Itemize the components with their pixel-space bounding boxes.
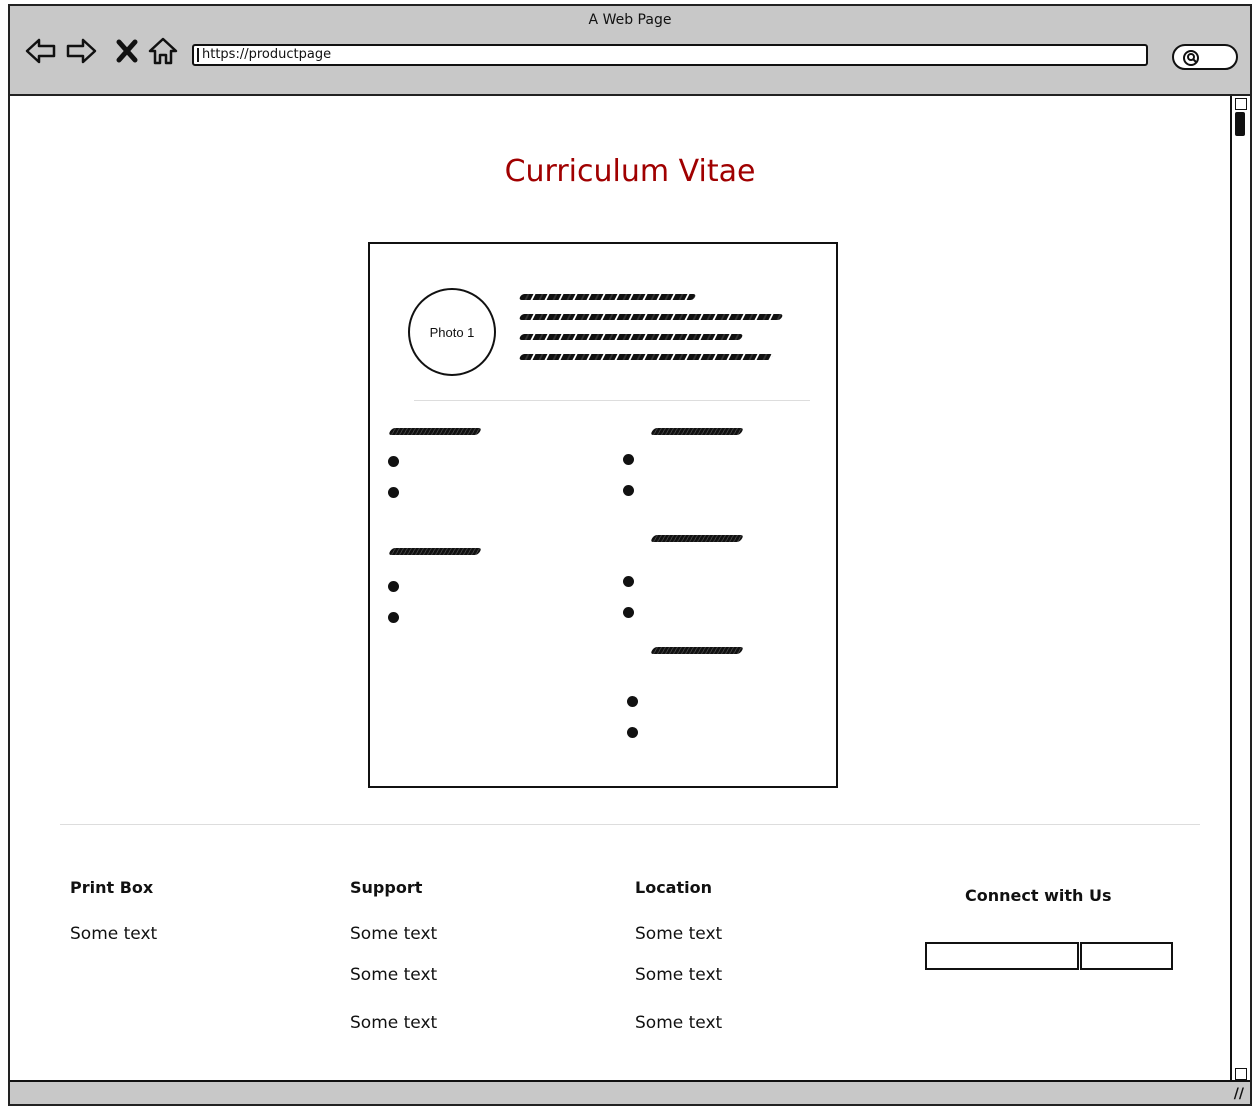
cv-section-heading [649,428,745,435]
bullet-point [388,612,399,623]
bullet-point [388,456,399,467]
footer-heading-connect: Connect with Us [965,886,1112,905]
scroll-thumb[interactable] [1235,112,1245,136]
cv-section-heading [387,428,483,435]
footer-divider [60,824,1200,825]
browser-window: A Web Page https://productpage Curriculu… [8,4,1252,1106]
page-title: Curriculum Vitae [504,154,756,189]
bullet-point [627,727,638,738]
footer-link[interactable]: Some text [350,965,437,985]
cv-summary-line [518,294,697,300]
photo-label: Photo 1 [429,324,475,340]
bullet-point [388,487,399,498]
url-input[interactable]: https://productpage [192,44,1148,66]
resize-grip-icon[interactable]: // [1234,1086,1244,1102]
cv-document: Photo 1 [368,242,838,788]
page-content: Curriculum Vitae Photo 1 Print Box Some … [10,96,1250,1082]
photo-placeholder: Photo 1 [408,288,496,376]
bullet-point [627,696,638,707]
footer-link[interactable]: Some text [635,924,722,944]
footer-link[interactable]: Some text [635,965,722,985]
footer-link[interactable]: Some text [70,924,157,944]
forward-arrow-icon[interactable] [64,34,98,68]
cv-summary-line [518,314,784,320]
footer-link[interactable]: Some text [350,924,437,944]
footer-heading-location: Location [635,878,712,897]
cv-section-heading [649,647,745,654]
browser-toolbar: A Web Page https://productpage [10,6,1250,96]
scroll-down-icon[interactable] [1235,1068,1247,1080]
status-bar: // [10,1080,1250,1104]
bullet-point [623,576,634,587]
cv-summary-line [518,334,744,340]
bullet-point [623,454,634,465]
search-button[interactable] [1172,44,1238,70]
home-icon[interactable] [146,34,180,68]
scroll-up-icon[interactable] [1235,98,1247,110]
window-title: A Web Page [588,12,672,28]
search-icon [1183,50,1199,66]
bullet-point [623,485,634,496]
cv-summary-line [518,354,774,360]
footer-heading-support: Support [350,878,423,897]
cv-section-heading [387,548,483,555]
cv-section-heading [649,535,745,542]
connect-input[interactable] [925,942,1079,970]
close-icon[interactable] [110,34,144,68]
footer-heading-print-box: Print Box [70,878,154,897]
bullet-point [623,607,634,618]
footer-link[interactable]: Some text [350,1013,437,1033]
back-arrow-icon[interactable] [24,34,58,68]
bullet-point [388,581,399,592]
cv-divider [414,400,810,401]
vertical-scrollbar[interactable] [1230,96,1250,1082]
connect-button[interactable] [1080,942,1173,970]
footer-link[interactable]: Some text [635,1013,722,1033]
